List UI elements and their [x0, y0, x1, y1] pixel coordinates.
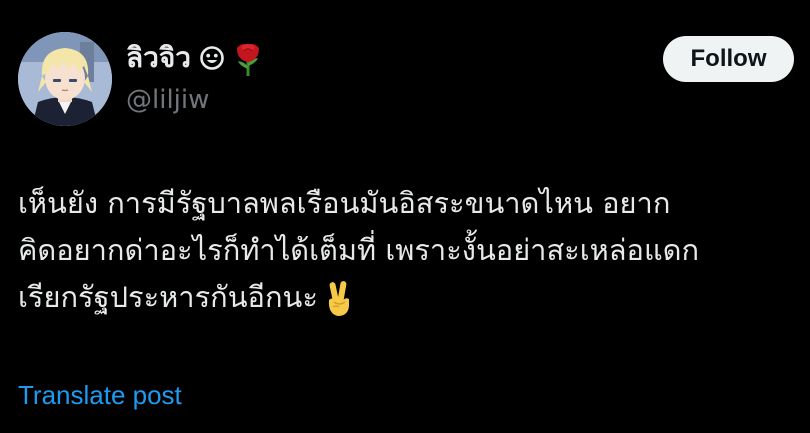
display-name[interactable]: ลิวจิว	[126, 38, 191, 78]
post-text-line: เรียกรัฐประหารกันอีกนะ	[18, 274, 803, 321]
victory-hand-icon	[324, 280, 354, 318]
post-line-3: เรียกรัฐประหารกันอีกนะ	[18, 280, 318, 314]
post-text-line: เห็นยัง การมีรัฐบาลพลเรือนมันอิสระขนาดไห…	[18, 180, 803, 227]
post-line-2: คิดอยากด่าอะไรก็ทำได้เต็มที่ เพราะงั้นอย…	[18, 233, 700, 267]
avatar[interactable]	[18, 32, 112, 126]
author-handle[interactable]: @liljiw	[126, 82, 209, 118]
smiling-face-icon	[199, 45, 225, 71]
translate-post-link[interactable]: Translate post	[18, 378, 182, 412]
post-line-1: เห็นยัง การมีรัฐบาลพลเรือนมันอิสระขนาดไห…	[18, 186, 671, 220]
post-card: ลิวจิว @liljiw Follow เห็นยัง การมีรัฐบา…	[0, 0, 810, 433]
rose-icon	[233, 39, 263, 77]
anime-character-avatar	[18, 32, 112, 126]
follow-button[interactable]: Follow	[663, 36, 794, 82]
post-text: เห็นยัง การมีรัฐบาลพลเรือนมันอิสระขนาดไห…	[18, 180, 803, 321]
post-text-line: คิดอยากด่าอะไรก็ทำได้เต็มที่ เพราะงั้นอย…	[18, 227, 803, 274]
author-name-row: ลิวจิว	[126, 38, 263, 78]
